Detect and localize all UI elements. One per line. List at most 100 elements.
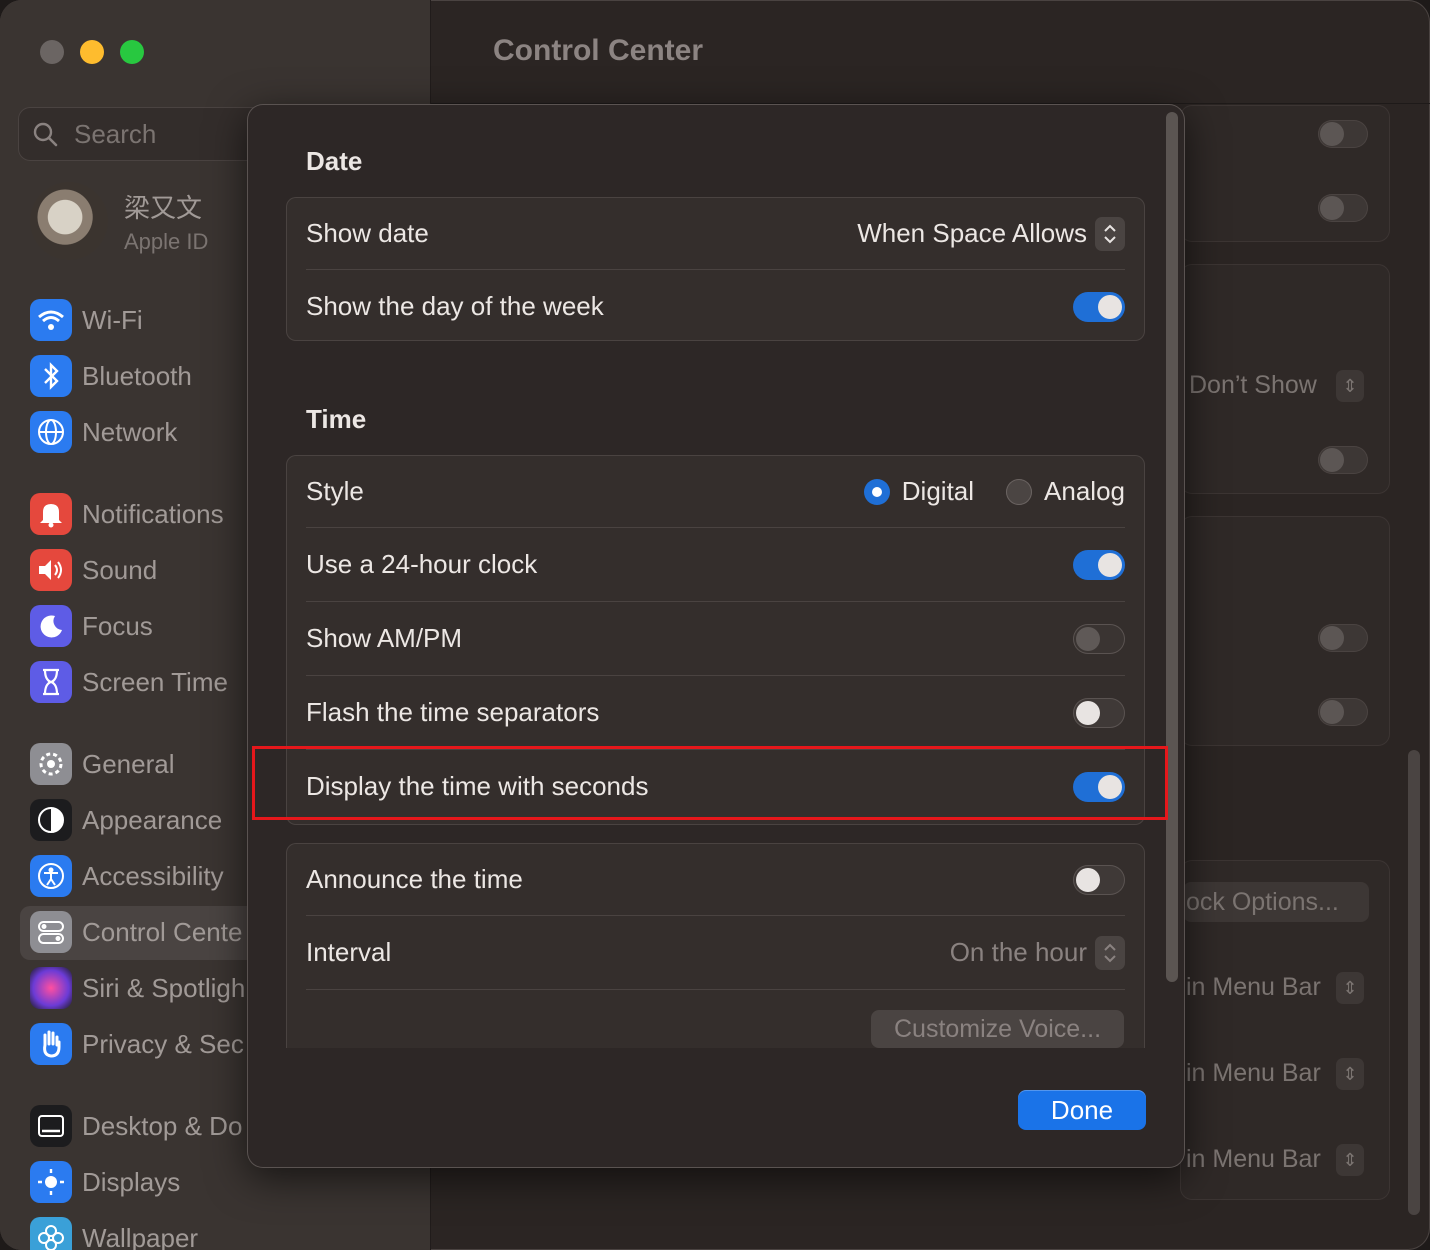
show-date-row: Show date When Space Allows [306, 197, 1125, 270]
style-row: Style Digital Analog [306, 455, 1125, 528]
show-day-label: Show the day of the week [306, 291, 604, 321]
sidebar-item-label: Desktop & Do [82, 1110, 243, 1141]
sidebar-item-label: General [82, 748, 175, 779]
clock24-toggle[interactable] [1073, 549, 1125, 580]
interval-row: Interval On the hour [306, 916, 1125, 989]
background-popup-value[interactable]: in Menu Bar [1186, 1059, 1321, 1088]
chevron-updown-icon: ⇕ [1336, 1058, 1364, 1090]
sidebar-item-accessibility[interactable]: Accessibility [30, 854, 224, 898]
sidebar-item-wallpaper[interactable]: Wallpaper [30, 1216, 198, 1250]
show-day-row: Show the day of the week [306, 270, 1125, 343]
sidebar-item-displays[interactable]: Displays [30, 1160, 180, 1204]
window-controls [40, 40, 144, 64]
sidebar-item-bluetooth[interactable]: Bluetooth [30, 354, 192, 398]
sidebar-item-label: Displays [82, 1166, 181, 1197]
close-window-button[interactable] [40, 40, 64, 64]
siri-icon [30, 967, 72, 1009]
apple-id-subtitle: Apple ID [124, 228, 209, 254]
sidebar-item-label: Accessibility [82, 860, 224, 891]
background-toggle[interactable] [1318, 698, 1368, 726]
wifi-icon [30, 299, 72, 341]
highlight-box [252, 746, 1168, 820]
analog-radio[interactable] [1006, 478, 1033, 505]
sidebar-item-label: Control Cente [82, 916, 243, 947]
flower-icon [30, 1217, 72, 1250]
ampm-label: Show AM/PM [306, 623, 463, 653]
chevron-updown-icon: ⇕ [1336, 1144, 1364, 1176]
chevron-updown-icon: ⇕ [1336, 370, 1364, 402]
announce-label: Announce the time [306, 864, 523, 894]
sidebar-item-notifications[interactable]: Notifications [30, 492, 224, 536]
background-popup-value[interactable]: Don’t Show [1189, 371, 1317, 400]
sidebar-item-siri-spotlight[interactable]: Siri & Spotligh [30, 966, 245, 1010]
main-scrollbar[interactable] [1408, 750, 1420, 1215]
background-popup-value[interactable]: in Menu Bar [1186, 973, 1321, 1002]
accessibility-icon [30, 855, 72, 897]
chevron-updown-icon [1095, 216, 1125, 251]
sidebar-item-desktop-dock[interactable]: Desktop & Do [30, 1104, 242, 1148]
sidebar-item-label: Siri & Spotligh [82, 972, 246, 1003]
dock-icon [30, 1105, 72, 1147]
sidebar-item-wifi[interactable]: Wi-Fi [30, 298, 143, 342]
globe-icon [30, 411, 72, 453]
done-button[interactable]: Done [1018, 1090, 1146, 1130]
background-toggle[interactable] [1318, 120, 1368, 148]
show-date-label: Show date [306, 218, 429, 248]
sidebar-item-appearance[interactable]: Appearance [30, 798, 222, 842]
ampm-toggle[interactable] [1073, 623, 1125, 654]
background-toggle[interactable] [1318, 446, 1368, 474]
sidebar-item-label: Bluetooth [82, 360, 192, 391]
minimize-window-button[interactable] [80, 40, 104, 64]
clock24-row: Use a 24-hour clock [306, 528, 1125, 601]
sheet-scrollbar[interactable] [1166, 112, 1178, 982]
interval-popup[interactable]: On the hour [949, 935, 1125, 970]
flash-separators-row: Flash the time separators [306, 676, 1125, 749]
digital-radio[interactable] [863, 478, 890, 505]
chevron-updown-icon [1095, 935, 1125, 970]
sidebar-item-general[interactable]: General [30, 742, 175, 786]
sidebar-item-label: Focus [82, 610, 153, 641]
announce-toggle[interactable] [1073, 864, 1125, 895]
flash-separators-toggle[interactable] [1073, 697, 1125, 728]
apple-id-item[interactable]: 梁又文 Apple ID [30, 182, 208, 260]
show-date-popup[interactable]: When Space Allows [857, 216, 1125, 251]
appearance-icon [30, 799, 72, 841]
analog-label: Analog [1044, 476, 1125, 506]
sidebar-item-label: Wallpaper [82, 1222, 199, 1250]
style-radio-group: Digital Analog [863, 476, 1125, 507]
flash-separators-label: Flash the time separators [306, 697, 600, 727]
search-icon [33, 122, 58, 147]
zoom-window-button[interactable] [120, 40, 144, 64]
sidebar-item-label: Privacy & Sec [82, 1028, 244, 1059]
sidebar-item-control-center[interactable]: Control Cente [30, 910, 242, 954]
chevron-updown-icon: ⇕ [1336, 972, 1364, 1004]
sidebar-item-sound[interactable]: Sound [30, 548, 157, 592]
sidebar-item-screen-time[interactable]: Screen Time [30, 660, 228, 704]
bell-icon [30, 493, 72, 535]
sidebar-item-label: Notifications [82, 498, 224, 529]
sidebar-item-privacy-security[interactable]: Privacy & Sec [30, 1022, 244, 1066]
background-popup-value[interactable]: in Menu Bar [1186, 1145, 1321, 1174]
show-date-value: When Space Allows [857, 218, 1087, 248]
sidebar-item-network[interactable]: Network [30, 410, 177, 454]
announce-row: Announce the time [306, 843, 1125, 916]
date-section-title: Date [306, 146, 363, 176]
settings-window: Search 梁又文 Apple ID Wi-Fi Bluetooth Netw… [0, 0, 1430, 1250]
sidebar-item-focus[interactable]: Focus [30, 604, 153, 648]
background-toggle[interactable] [1318, 624, 1368, 652]
sidebar-item-label: Appearance [82, 804, 223, 835]
moon-icon [30, 605, 72, 647]
date-group: Show date When Space Allows Show the day… [286, 197, 1145, 341]
sheet-scroll-clip [286, 1048, 1145, 1088]
sidebar-item-label: Screen Time [82, 666, 228, 697]
background-toggle[interactable] [1318, 194, 1368, 222]
sidebar-item-label: Wi-Fi [82, 304, 143, 335]
customize-voice-button[interactable]: Customize Voice... [871, 1010, 1124, 1048]
show-day-toggle[interactable] [1073, 291, 1125, 322]
style-label: Style [306, 476, 364, 506]
bluetooth-icon [30, 355, 72, 397]
sidebar-item-label: Sound [82, 554, 158, 585]
interval-value: On the hour [949, 937, 1087, 967]
control-center-icon [30, 911, 72, 953]
apple-id-name: 梁又文 [124, 192, 203, 223]
